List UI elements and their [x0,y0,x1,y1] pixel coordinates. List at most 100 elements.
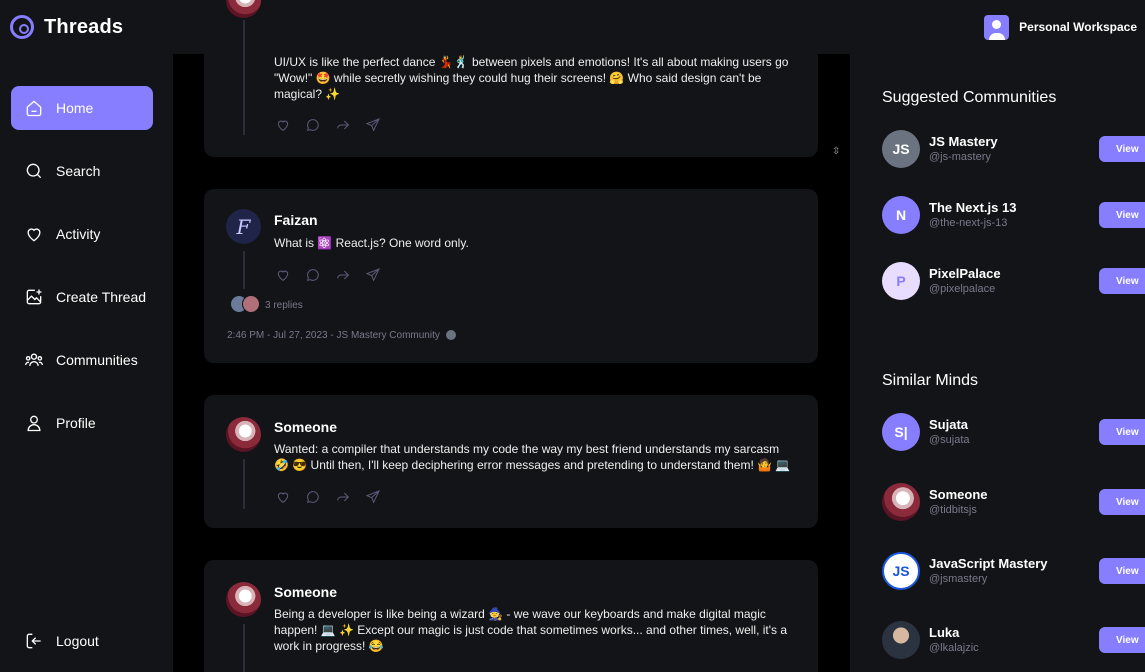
community-handle: @the-next-js-13 [929,217,1008,229]
replies-count[interactable]: 3 replies [265,300,303,311]
user-handle: @tidbitsjs [929,504,977,516]
thread-author[interactable]: Faizan [274,212,318,228]
community-avatar: JS [882,130,920,168]
avatar[interactable] [226,0,261,18]
thread-line [243,251,245,289]
thread-content: UI/UX is like the perfect dance 💃🕺 betwe… [274,55,789,101]
thread-timestamp-community[interactable]: 2:46 PM - Jul 27, 2023 - JS Mastery Comm… [227,330,440,341]
home-icon [26,100,42,117]
user-item[interactable]: Luka @lkalajzic View [882,621,1145,661]
sidebar-item-label: Search [56,163,101,179]
sidebar-item-label: Create Thread [56,289,147,305]
user-handle: @sujata [929,434,970,446]
repost-icon[interactable] [335,489,351,505]
thread-line [243,459,245,509]
sidebar-item-label: Profile [56,415,96,431]
reply-icon[interactable] [305,117,321,133]
user-name: Sujata [929,417,969,432]
sidebar-item-search[interactable]: Search [11,149,153,193]
view-button[interactable]: View [1099,268,1145,294]
thread-line [243,624,245,672]
sidebar-item-create-thread[interactable]: Create Thread [11,275,153,319]
workspace-switcher[interactable]: Personal Workspace [984,14,1137,40]
repost-icon[interactable] [335,117,351,133]
workspace-avatar-icon [984,14,1010,40]
user-name: Someone [929,487,988,502]
suggested-communities-title: Suggested Communities [882,89,1057,106]
community-handle: @js-mastery [929,151,991,163]
heart-icon[interactable] [275,117,291,133]
thread-actions [275,267,381,283]
thread-author[interactable]: Someone [274,584,337,600]
community-item[interactable]: JS JS Mastery @js-mastery View [882,130,1145,170]
view-button[interactable]: View [1099,136,1145,162]
image-plus-icon [26,289,42,305]
thread-line [243,20,245,135]
view-button[interactable]: View [1099,558,1145,584]
view-button[interactable]: View [1099,627,1145,653]
thread-content: Wanted: a compiler that understands my c… [274,442,791,472]
right-sidebar: Suggested Communities JS JS Mastery @js-… [850,54,1145,672]
share-icon[interactable] [365,117,381,133]
avatar[interactable] [226,582,261,617]
community-item[interactable]: N The Next.js 13 @the-next-js-13 View [882,196,1145,236]
user-name: Luka [929,625,960,640]
community-avatar: P [882,262,920,300]
thread-card[interactable]: UI/UX is like the perfect dance 💃🕺 betwe… [204,0,818,157]
similar-minds-title: Similar Minds [882,372,979,389]
sidebar-item-label: Home [56,100,94,116]
workspace-label: Personal Workspace [1019,20,1137,34]
reply-icon[interactable] [305,267,321,283]
user-handle: @jsmastery [929,573,988,585]
community-name: JS Mastery [929,134,998,149]
threads-logo-icon [10,15,34,39]
user-name: JavaScript Mastery [929,556,1048,571]
user-icon [27,415,41,432]
logout-button[interactable]: Logout [11,619,153,663]
sidebar-item-label: Activity [56,226,101,242]
avatar [242,295,260,313]
thread-author[interactable]: Someone [274,419,337,435]
repost-icon[interactable] [335,267,351,283]
community-avatar-icon [445,330,456,341]
search-icon [26,163,42,179]
community-name: PixelPalace [929,266,1001,281]
thread-content: Being a developer is like being a wizard… [274,607,788,653]
avatar[interactable] [226,417,261,452]
user-avatar [882,621,920,659]
reply-icon[interactable] [305,489,321,505]
user-item[interactable]: S| Sujata @sujata View [882,413,1145,453]
view-button[interactable]: View [1099,419,1145,445]
heart-icon[interactable] [275,489,291,505]
user-avatar [882,483,920,521]
scroll-indicator-icon: ⇳ [832,146,841,157]
user-avatar: JS [882,552,920,590]
thread-content: What is ⚛️ React.js? One word only. [274,236,469,250]
thread-card[interactable]: Someone Being a developer is like being … [204,560,818,672]
sidebar-item-communities[interactable]: Communities [11,338,153,382]
reply-avatars [230,295,260,313]
community-item[interactable]: P PixelPalace @pixelpalace View [882,262,1145,302]
brand[interactable]: Threads [10,15,123,39]
avatar[interactable]: F [226,209,261,244]
view-button[interactable]: View [1099,489,1145,515]
sidebar-item-home[interactable]: Home [11,86,153,130]
thread-actions [275,117,381,133]
community-handle: @pixelpalace [929,283,996,295]
share-icon[interactable] [365,489,381,505]
thread-card[interactable]: Someone Wanted: a compiler that understa… [204,395,818,528]
logout-label: Logout [56,633,99,649]
thread-card[interactable]: F Faizan What is ⚛️ React.js? One word o… [204,189,818,363]
thread-actions [275,489,381,505]
sidebar-item-activity[interactable]: Activity [11,212,153,256]
view-button[interactable]: View [1099,202,1145,228]
sidebar-item-profile[interactable]: Profile [11,401,153,445]
user-item[interactable]: JS JavaScript Mastery @jsmastery View [882,552,1145,592]
sidebar-item-label: Communities [56,352,138,368]
heart-icon[interactable] [275,267,291,283]
share-icon[interactable] [365,267,381,283]
user-avatar: S| [882,413,920,451]
users-icon [25,353,43,366]
logout-icon [26,633,41,649]
user-item[interactable]: Someone @tidbitsjs View [882,483,1145,523]
